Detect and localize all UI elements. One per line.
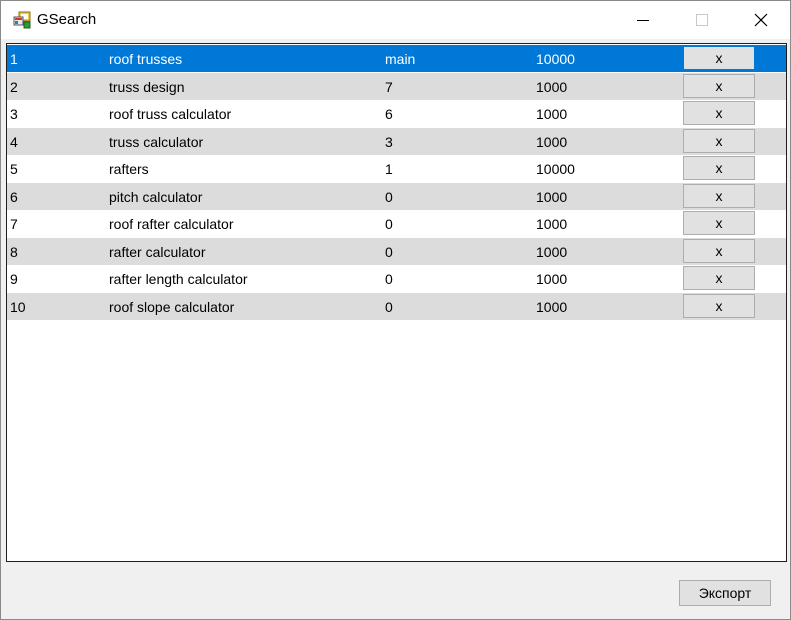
volume-cell: 1000 bbox=[536, 244, 568, 260]
delete-row-button[interactable]: x bbox=[683, 101, 755, 125]
position-cell: 0 bbox=[385, 189, 393, 205]
volume-cell: 10000 bbox=[536, 51, 575, 67]
keyword-cell: pitch calculator bbox=[109, 189, 203, 205]
close-icon bbox=[754, 13, 768, 27]
row-number: 4 bbox=[10, 134, 18, 150]
keyword-grid[interactable]: 1 roof trusses main 10000 x 2 truss desi… bbox=[6, 43, 787, 562]
row-number: 9 bbox=[10, 271, 18, 287]
keyword-cell: roof truss calculator bbox=[109, 106, 232, 122]
keyword-cell: roof rafter calculator bbox=[109, 216, 234, 232]
delete-row-button[interactable]: x bbox=[683, 294, 755, 318]
maximize-button[interactable] bbox=[678, 1, 724, 39]
delete-row-button[interactable]: x bbox=[683, 239, 755, 263]
maximize-icon bbox=[696, 14, 708, 26]
volume-cell: 1000 bbox=[536, 189, 568, 205]
position-cell: 0 bbox=[385, 244, 393, 260]
minimize-icon bbox=[637, 20, 649, 21]
position-cell: 1 bbox=[385, 161, 393, 177]
row-number: 5 bbox=[10, 161, 18, 177]
app-window: GSearch 1 roof trusses main 10000 x 2 tr… bbox=[0, 0, 791, 620]
table-row[interactable]: 2 truss design 7 1000 x bbox=[7, 73, 786, 100]
delete-row-button[interactable]: x bbox=[683, 46, 755, 70]
volume-cell: 1000 bbox=[536, 134, 568, 150]
row-number: 1 bbox=[10, 51, 18, 67]
window-title: GSearch bbox=[37, 11, 97, 28]
title-bar[interactable]: GSearch bbox=[1, 1, 790, 39]
keyword-cell: truss design bbox=[109, 79, 185, 95]
row-number: 2 bbox=[10, 79, 18, 95]
volume-cell: 1000 bbox=[536, 299, 568, 315]
position-cell: 7 bbox=[385, 79, 393, 95]
row-number: 10 bbox=[10, 299, 26, 315]
keyword-cell: roof slope calculator bbox=[109, 299, 235, 315]
position-cell: 6 bbox=[385, 106, 393, 122]
table-row[interactable]: 8 rafter calculator 0 1000 x bbox=[7, 238, 786, 265]
row-number: 7 bbox=[10, 216, 18, 232]
volume-cell: 1000 bbox=[536, 271, 568, 287]
position-cell: main bbox=[385, 51, 416, 67]
row-number: 3 bbox=[10, 106, 18, 122]
volume-cell: 1000 bbox=[536, 79, 568, 95]
app-window-icon bbox=[13, 11, 31, 29]
row-number: 6 bbox=[10, 189, 18, 205]
keyword-cell: rafter calculator bbox=[109, 244, 206, 260]
keyword-cell: rafters bbox=[109, 161, 149, 177]
position-cell: 0 bbox=[385, 299, 393, 315]
delete-row-button[interactable]: x bbox=[683, 74, 755, 98]
minimize-button[interactable] bbox=[620, 1, 666, 39]
keyword-cell: roof trusses bbox=[109, 51, 183, 67]
table-row[interactable]: 5 rafters 1 10000 x bbox=[7, 155, 786, 182]
volume-cell: 1000 bbox=[536, 216, 568, 232]
delete-row-button[interactable]: x bbox=[683, 184, 755, 208]
table-row[interactable]: 9 rafter length calculator 0 1000 x bbox=[7, 265, 786, 292]
table-row[interactable]: 1 roof trusses main 10000 x bbox=[7, 45, 786, 72]
table-row[interactable]: 6 pitch calculator 0 1000 x bbox=[7, 183, 786, 210]
close-button[interactable] bbox=[738, 1, 784, 39]
delete-row-button[interactable]: x bbox=[683, 266, 755, 290]
volume-cell: 1000 bbox=[536, 106, 568, 122]
delete-row-button[interactable]: x bbox=[683, 211, 755, 235]
table-row[interactable]: 3 roof truss calculator 6 1000 x bbox=[7, 100, 786, 127]
position-cell: 0 bbox=[385, 271, 393, 287]
delete-row-button[interactable]: x bbox=[683, 129, 755, 153]
keyword-cell: truss calculator bbox=[109, 134, 204, 150]
keyword-cell: rafter length calculator bbox=[109, 271, 248, 287]
table-row[interactable]: 10 roof slope calculator 0 1000 x bbox=[7, 293, 786, 320]
position-cell: 0 bbox=[385, 216, 393, 232]
table-row[interactable]: 7 roof rafter calculator 0 1000 x bbox=[7, 210, 786, 237]
volume-cell: 10000 bbox=[536, 161, 575, 177]
export-button[interactable]: Экспорт bbox=[679, 580, 771, 606]
position-cell: 3 bbox=[385, 134, 393, 150]
table-row[interactable]: 4 truss calculator 3 1000 x bbox=[7, 128, 786, 155]
delete-row-button[interactable]: x bbox=[683, 156, 755, 180]
row-number: 8 bbox=[10, 244, 18, 260]
